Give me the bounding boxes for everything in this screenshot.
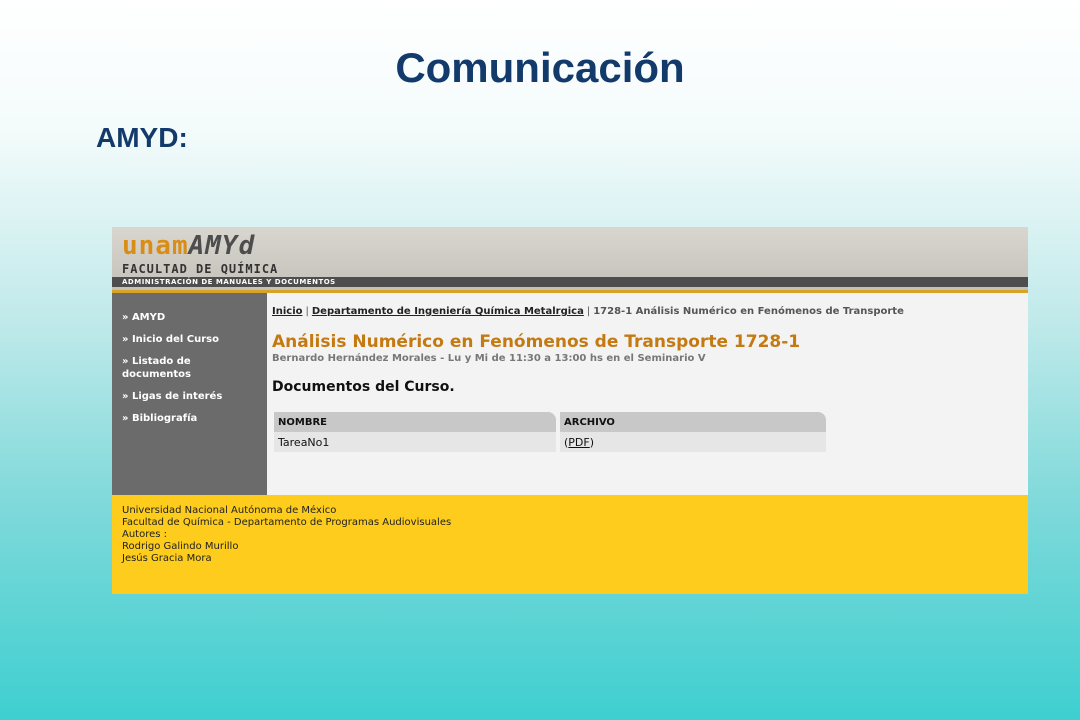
site-header: unamAMYd FACULTAD DE QUÍMICA ADMINISTRAC… xyxy=(112,227,1028,293)
column-header-nombre: NOMBRE xyxy=(274,412,556,432)
course-info: Bernardo Hernández Morales - Lu y Mi de … xyxy=(272,353,706,364)
breadcrumb: Inicio | Departamento de Ingeniería Químic… xyxy=(272,306,904,317)
breadcrumb-current: 1728-1 Análisis Numérico en Fenómenos de… xyxy=(593,306,904,317)
slide-subtitle: AMYD: xyxy=(96,122,188,153)
slide-title: Comunicación xyxy=(395,44,685,91)
documents-heading: Documentos del Curso. xyxy=(272,379,455,395)
main-content: Inicio | Departamento de Ingeniería Químic… xyxy=(272,293,1022,495)
sidebar-item-bibliografia[interactable]: » Bibliografía xyxy=(112,412,267,434)
file-close-paren: ) xyxy=(589,435,595,449)
footer-author: Jesús Gracia Mora xyxy=(122,553,212,564)
footer-faculty: Facultad de Química - Departamento de Pr… xyxy=(122,517,452,528)
table-row: TareaNo1 (PDF) xyxy=(274,432,826,452)
site-footer: Universidad Nacional Autónoma de México … xyxy=(112,495,1028,594)
sidebar-item-listado-de-documentos[interactable]: » Listado de documentos xyxy=(112,355,267,390)
amyd-website-screenshot: unamAMYd FACULTAD DE QUÍMICA ADMINISTRAC… xyxy=(112,227,1028,594)
breadcrumb-home-link[interactable]: Inicio xyxy=(272,306,303,317)
sidebar-item-ligas-de-interes[interactable]: » Ligas de interés xyxy=(112,390,267,412)
faculty-name: FACULTAD DE QUÍMICA xyxy=(122,262,279,276)
sidebar: » AMYD » Inicio del Curso » Listado de d… xyxy=(112,293,267,495)
document-name-cell: TareaNo1 xyxy=(274,432,556,452)
breadcrumb-department-link[interactable]: Departamento de Ingeniería Química Metal… xyxy=(312,306,584,317)
sidebar-item-inicio-del-curso[interactable]: » Inicio del Curso xyxy=(112,333,267,355)
documents-table: NOMBRE ARCHIVO TareaNo1 (PDF) xyxy=(270,412,830,452)
logo-unam-text: unam xyxy=(122,231,189,261)
document-file-cell: (PDF) xyxy=(560,432,826,452)
sidebar-item-amyd[interactable]: » AMYD xyxy=(112,311,267,333)
admin-bar: ADMINISTRACIÓN DE MANUALES Y DOCUMENTOS xyxy=(112,277,1028,287)
footer-authors-label: Autores : xyxy=(122,529,168,540)
breadcrumb-separator: | xyxy=(586,306,591,317)
course-title: Análisis Numérico en Fenómenos de Transp… xyxy=(272,332,801,352)
footer-author: Rodrigo Galindo Murillo xyxy=(122,541,239,552)
footer-university: Universidad Nacional Autónoma de México xyxy=(122,505,337,516)
logo-amyd-text: AMYd xyxy=(188,231,256,261)
site-logo[interactable]: unamAMYd xyxy=(122,232,255,260)
column-header-archivo: ARCHIVO xyxy=(560,412,826,432)
breadcrumb-separator: | xyxy=(305,306,309,317)
pdf-link[interactable]: PDF xyxy=(568,436,589,449)
